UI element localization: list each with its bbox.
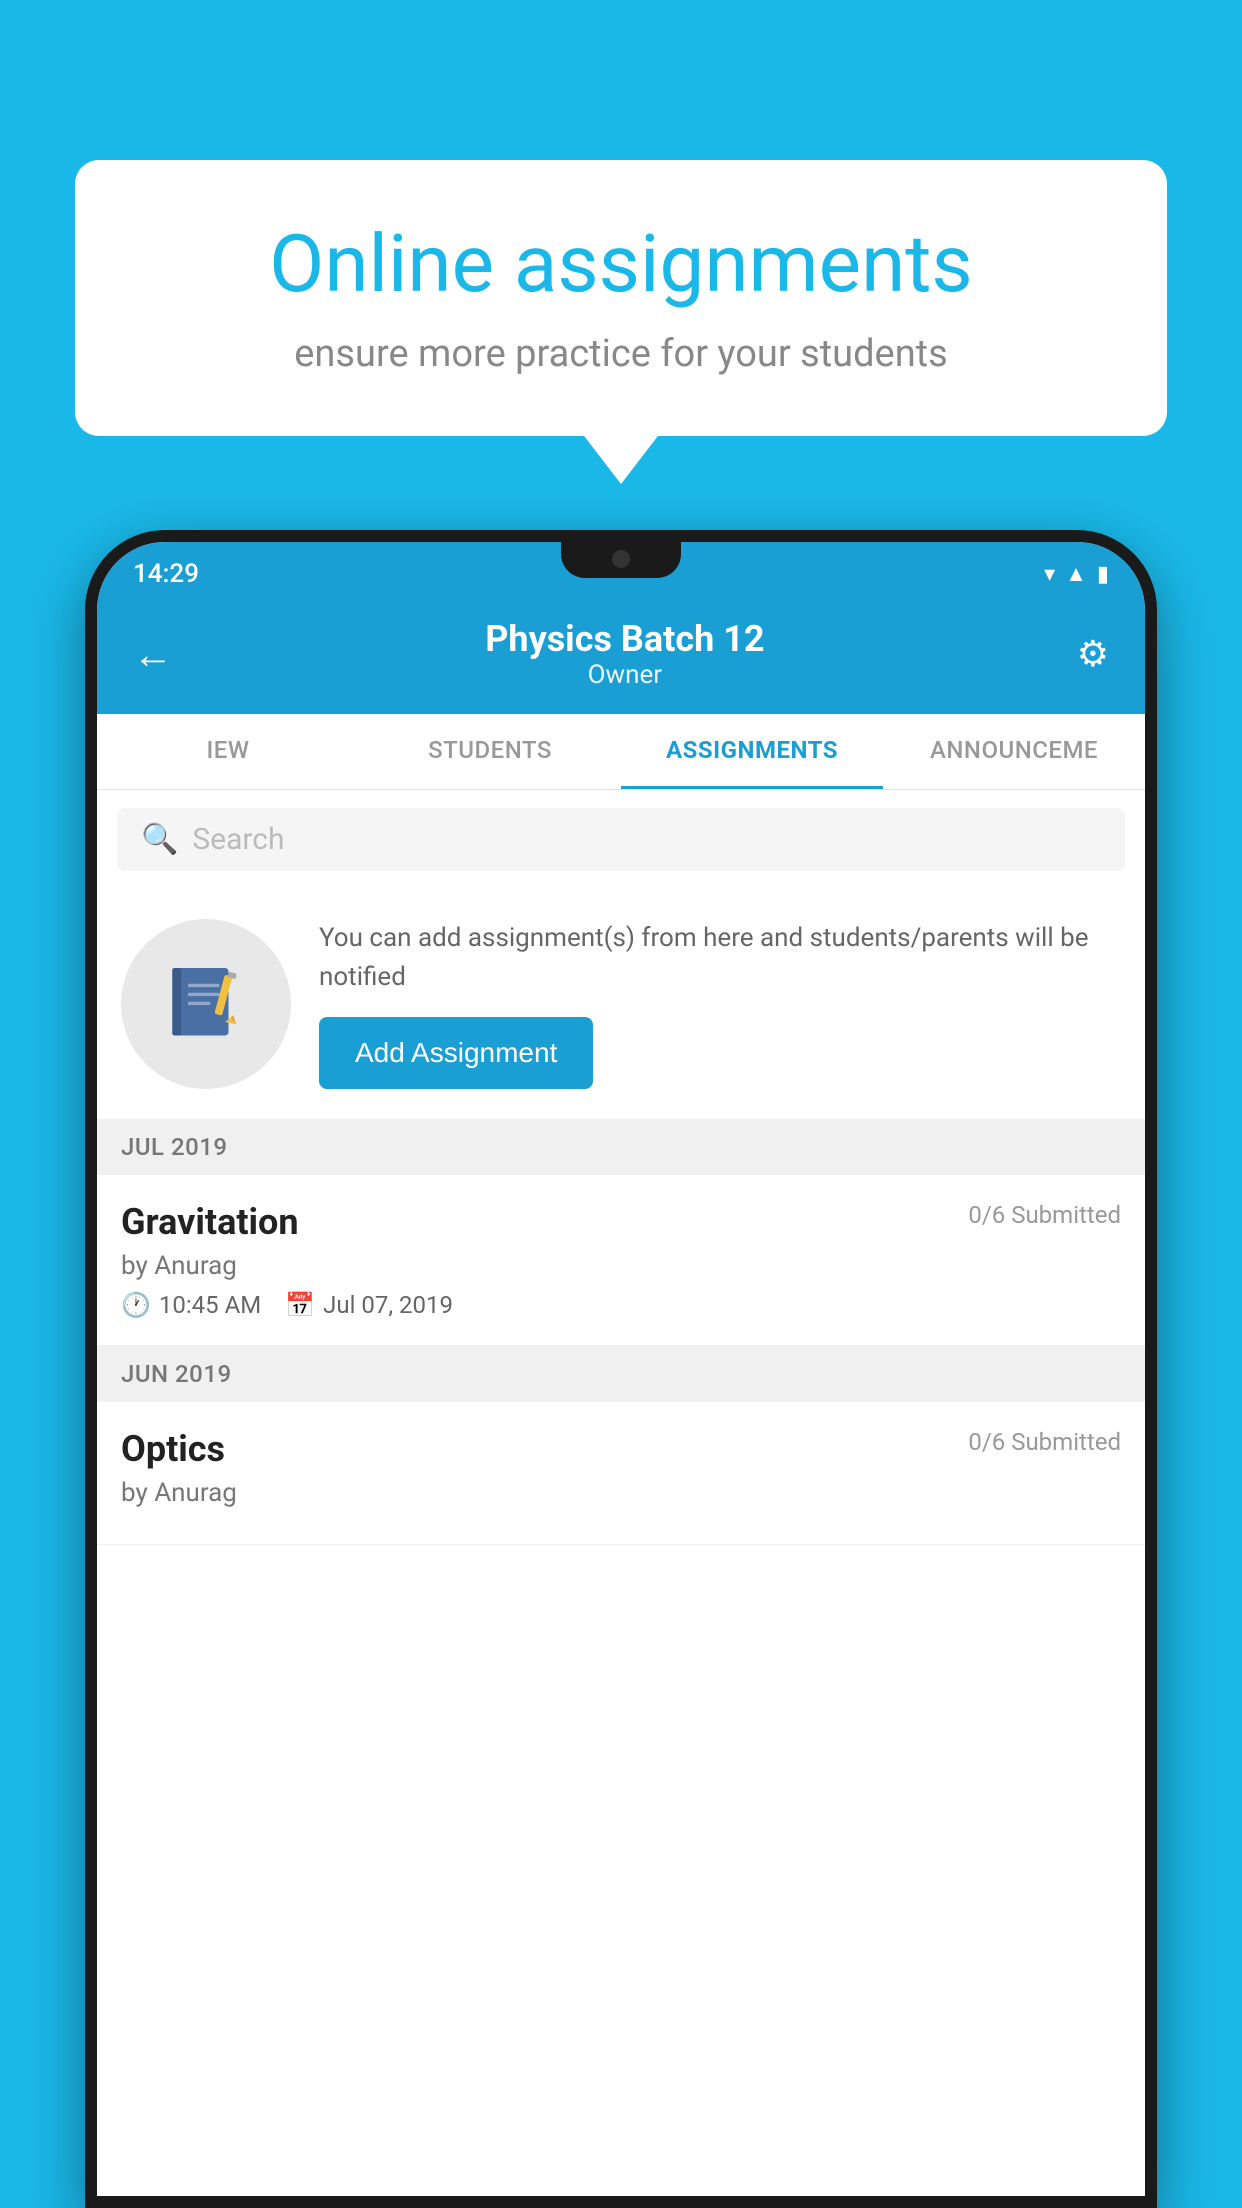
meta-time: 🕐 10:45 AM <box>121 1291 261 1319</box>
search-placeholder: Search <box>192 822 284 857</box>
assignment-top-row: Gravitation 0/6 Submitted <box>121 1201 1121 1243</box>
assignment-by-optics: by Anurag <box>121 1478 1121 1508</box>
header-subtitle: Owner <box>485 660 764 690</box>
assignment-submitted-optics: 0/6 Submitted <box>968 1428 1121 1456</box>
tab-announcements[interactable]: ANNOUNCEME <box>883 714 1145 789</box>
tabs-bar: IEW STUDENTS ASSIGNMENTS ANNOUNCEME <box>97 714 1145 790</box>
subtext: ensure more practice for your students <box>145 332 1097 376</box>
tab-assignments[interactable]: ASSIGNMENTS <box>621 714 883 789</box>
notebook-icon <box>161 959 251 1049</box>
assignment-by: by Anurag <box>121 1251 1121 1281</box>
meta-date: 📅 Jul 07, 2019 <box>285 1291 453 1319</box>
assignment-item-gravitation[interactable]: Gravitation 0/6 Submitted by Anurag 🕐 10… <box>97 1175 1145 1346</box>
empty-text-block: You can add assignment(s) from here and … <box>319 919 1121 1089</box>
speech-bubble-container: Online assignments ensure more practice … <box>75 160 1167 436</box>
assignment-top-row-optics: Optics 0/6 Submitted <box>121 1428 1121 1470</box>
header-title: Physics Batch 12 <box>485 618 764 660</box>
phone-screen: 14:29 ▾ ▲ ▮ ← Physics Batch 12 Owner ⚙ I… <box>97 542 1145 2196</box>
search-container: 🔍 Search <box>97 790 1145 889</box>
wifi-icon: ▾ <box>1044 562 1055 587</box>
assignment-title: Gravitation <box>121 1201 299 1243</box>
assignment-item-optics[interactable]: Optics 0/6 Submitted by Anurag <box>97 1402 1145 1545</box>
assignment-time: 10:45 AM <box>159 1291 261 1319</box>
clock-icon: 🕐 <box>121 1291 151 1319</box>
add-assignment-button[interactable]: Add Assignment <box>319 1017 593 1089</box>
battery-icon: ▮ <box>1097 562 1109 587</box>
tab-iew[interactable]: IEW <box>97 714 359 789</box>
app-header: ← Physics Batch 12 Owner ⚙ <box>97 598 1145 714</box>
section-header-jul: JUL 2019 <box>97 1119 1145 1175</box>
status-icons: ▾ ▲ ▮ <box>1044 561 1109 587</box>
empty-icon-circle <box>121 919 291 1089</box>
signal-icon: ▲ <box>1065 561 1087 587</box>
assignment-date: Jul 07, 2019 <box>323 1291 453 1319</box>
phone-frame: 14:29 ▾ ▲ ▮ ← Physics Batch 12 Owner ⚙ I… <box>85 530 1157 2208</box>
settings-button[interactable]: ⚙ <box>1077 633 1109 675</box>
search-bar[interactable]: 🔍 Search <box>117 808 1125 871</box>
phone-notch <box>561 542 681 578</box>
camera <box>612 550 630 568</box>
assignment-title-optics: Optics <box>121 1428 225 1470</box>
search-icon: 🔍 <box>141 822 178 857</box>
back-button[interactable]: ← <box>133 631 173 678</box>
tab-students[interactable]: STUDENTS <box>359 714 621 789</box>
empty-state: You can add assignment(s) from here and … <box>97 889 1145 1119</box>
status-time: 14:29 <box>133 559 199 589</box>
assignment-submitted: 0/6 Submitted <box>968 1201 1121 1229</box>
section-header-jun: JUN 2019 <box>97 1346 1145 1402</box>
headline-text: Online assignments <box>145 220 1097 308</box>
header-title-block: Physics Batch 12 Owner <box>485 618 764 690</box>
speech-bubble: Online assignments ensure more practice … <box>75 160 1167 436</box>
empty-description: You can add assignment(s) from here and … <box>319 919 1121 997</box>
assignment-meta: 🕐 10:45 AM 📅 Jul 07, 2019 <box>121 1291 1121 1319</box>
calendar-icon: 📅 <box>285 1291 315 1319</box>
